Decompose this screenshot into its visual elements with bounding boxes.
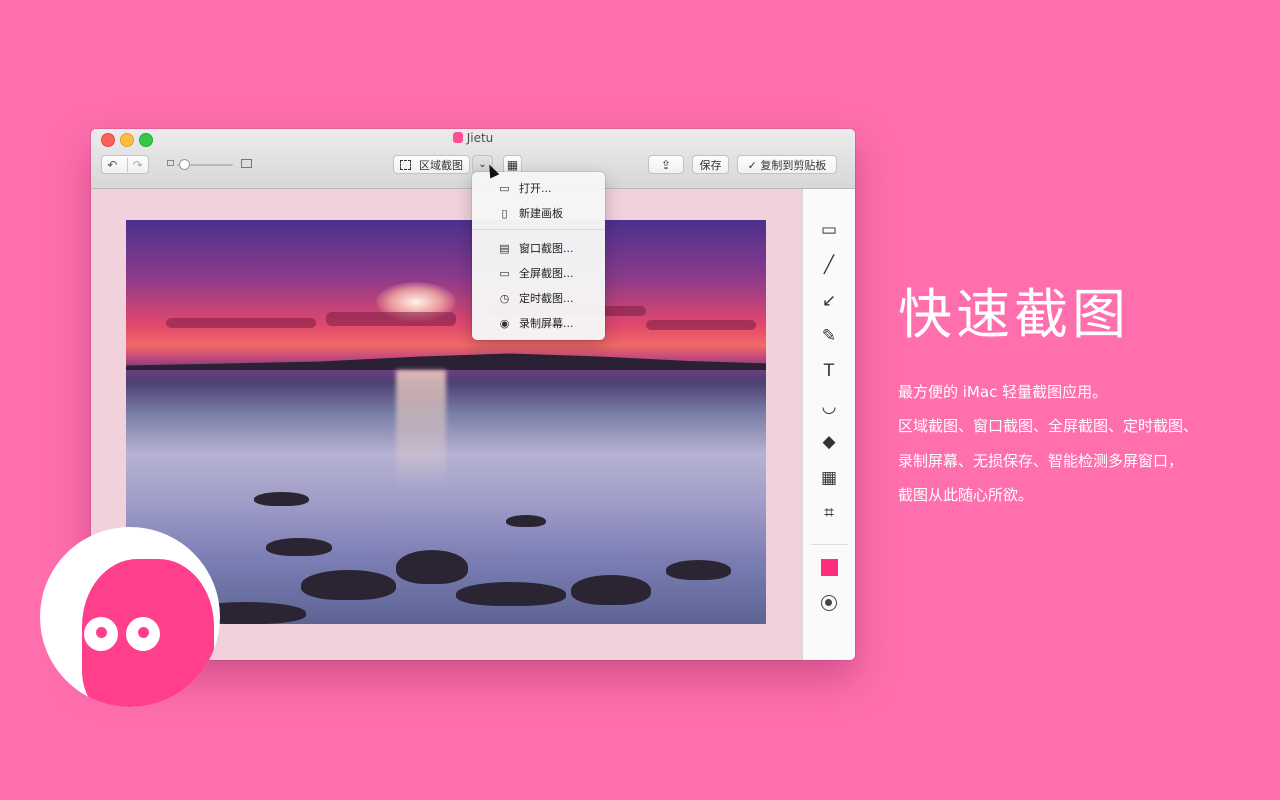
line-tool-icon[interactable]: ╱ (818, 254, 840, 276)
qr-code-icon: ▦ (506, 157, 519, 172)
rock (396, 550, 468, 584)
rock (506, 515, 546, 527)
menu-divider (472, 229, 605, 230)
menu-item-label: 全屏截图... (519, 267, 574, 280)
zoom-out-icon[interactable] (167, 160, 174, 166)
rock (266, 538, 332, 556)
rectangle-tool-icon[interactable]: ▭ (818, 219, 840, 241)
arrow-tool-icon[interactable]: ↙ (818, 290, 840, 312)
window-title: Jietu (91, 131, 855, 145)
jietu-owl-logo (40, 527, 220, 707)
marketing-line-3: 录制屏幕、无损保存、智能检测多屏窗口， (898, 452, 1184, 470)
menu-item-label: 新建画板 (519, 207, 563, 220)
owl-left-eye (84, 617, 118, 651)
rock (301, 570, 396, 600)
copy-to-clipboard-button[interactable]: ✓ 复制到剪贴板 (737, 155, 837, 174)
cloud (646, 320, 756, 330)
screenshot-image[interactable] (126, 220, 766, 624)
menu-item-label: 窗口截图... (519, 242, 574, 255)
owl-body (82, 559, 214, 707)
island-silhouette (126, 353, 766, 370)
tool-divider (811, 544, 848, 545)
annotation-tool-panel: ▭ ╱ ↙ ✎ T ◡ ◆ ▦ ⌗ (802, 189, 855, 660)
menu-item-window-capture[interactable]: ▤ 窗口截图... (472, 236, 605, 260)
cloud (166, 318, 316, 328)
menu-item-label: 录制屏幕... (519, 317, 574, 330)
menu-item-timed-capture[interactable]: ◷ 定时截图... (472, 286, 605, 310)
app-icon (452, 132, 463, 143)
share-icon: ⇪ (660, 157, 672, 172)
rock (571, 575, 651, 605)
color-picker-swatch[interactable] (821, 559, 838, 576)
menu-item-fullscreen-capture[interactable]: ▭ 全屏截图... (472, 261, 605, 285)
undo-icon[interactable]: ↶ (102, 158, 123, 172)
text-tool-icon[interactable]: T (818, 360, 840, 382)
region-frame-icon (400, 159, 411, 170)
marketing-headline: 快速截图 (898, 283, 1130, 346)
cloud (326, 312, 456, 326)
sun-reflection (396, 370, 446, 490)
rock (666, 560, 731, 580)
save-button[interactable]: 保存 (692, 155, 729, 174)
undo-redo-group: ↶ ↷ (101, 155, 149, 174)
menu-item-record-screen[interactable]: ◉ 录制屏幕... (472, 311, 605, 335)
share-button[interactable]: ⇪ (648, 155, 684, 174)
zoom-slider-knob[interactable] (179, 159, 190, 170)
menu-item-label: 打开... (519, 182, 552, 195)
pencil-tool-icon[interactable]: ✎ (818, 325, 840, 347)
menu-item-open[interactable]: ▭ 打开... (472, 176, 605, 200)
tag-tool-icon[interactable]: ◆ (818, 431, 840, 453)
menu-item-new-canvas[interactable]: ▯ 新建画板 (472, 201, 605, 225)
window-icon: ▤ (499, 241, 510, 255)
folder-icon: ▭ (499, 181, 510, 195)
region-capture-button[interactable]: 区域截图 (393, 155, 470, 174)
stroke-size-icon[interactable] (821, 595, 837, 611)
window-title-text: Jietu (466, 131, 494, 145)
emoji-tool-icon[interactable]: ◡ (818, 396, 840, 418)
marketing-line-2: 区域截图、窗口截图、全屏截图、定时截图、 (898, 417, 1199, 435)
menu-item-label: 定时截图... (519, 292, 574, 305)
capture-options-menu: ▭ 打开... ▯ 新建画板 ▤ 窗口截图... ▭ 全屏截图... ◷ 定时截… (472, 172, 605, 340)
marketing-line-1: 最方便的 iMac 轻量截图应用。 (898, 383, 1108, 401)
mosaic-tool-icon[interactable]: ▦ (818, 467, 840, 489)
redo-icon[interactable]: ↷ (126, 157, 149, 172)
rock (254, 492, 309, 506)
monitor-icon: ▭ (499, 266, 510, 280)
region-capture-label: 区域截图 (419, 158, 463, 172)
new-document-icon: ▯ (501, 206, 508, 220)
clock-icon: ◷ (499, 291, 510, 305)
rock (456, 582, 566, 606)
owl-left-pupil (96, 627, 107, 638)
owl-right-eye (126, 617, 160, 651)
record-icon: ◉ (499, 316, 510, 330)
crop-tool-icon[interactable]: ⌗ (818, 502, 840, 524)
zoom-in-icon[interactable] (241, 159, 252, 168)
owl-right-pupil (138, 627, 149, 638)
marketing-line-4: 截图从此随心所欲。 (898, 486, 1034, 504)
